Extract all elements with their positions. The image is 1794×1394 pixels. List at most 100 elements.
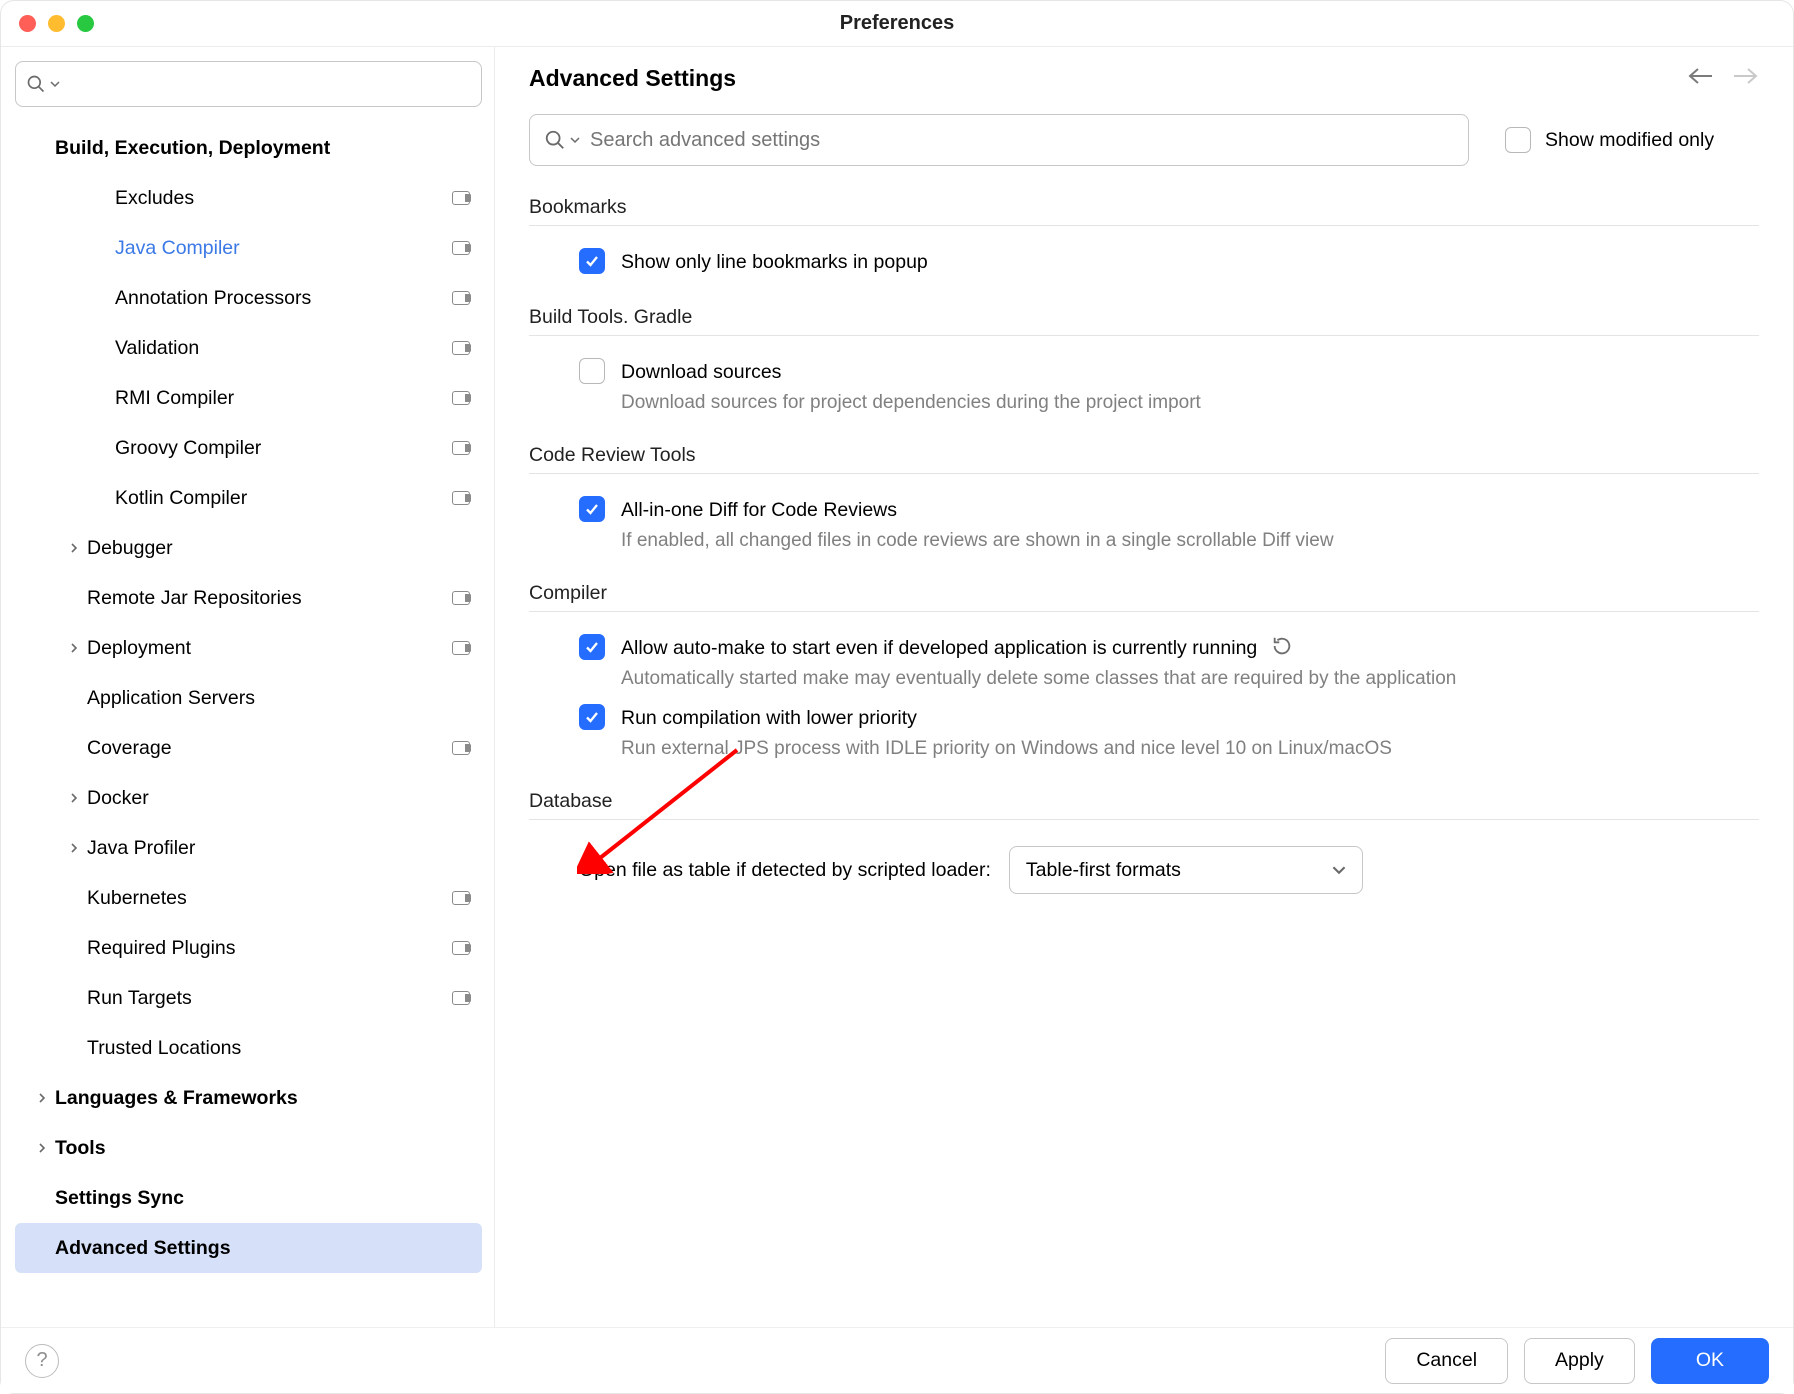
sidebar-item-trusted-locations[interactable]: Trusted Locations <box>15 1023 482 1073</box>
chevron-right-icon <box>61 640 87 656</box>
compiler-lowerpriority-desc: Run external JPS process with IDLE prior… <box>621 738 1392 760</box>
sidebar-item-label: Java Profiler <box>87 837 470 860</box>
sidebar-item-coverage[interactable]: Coverage <box>15 723 482 773</box>
section-gradle-title: Build Tools. Gradle <box>529 306 1759 336</box>
chevron-down-icon <box>570 135 580 145</box>
sidebar-item-label: Kubernetes <box>87 887 452 910</box>
bookmarks-show-line-checkbox[interactable] <box>579 248 605 274</box>
sidebar-item-required-plugins[interactable]: Required Plugins <box>15 923 482 973</box>
sidebar-item-settings-sync[interactable]: Settings Sync <box>15 1173 482 1223</box>
sidebar-item-label: Coverage <box>87 737 452 760</box>
sidebar-item-label: Run Targets <box>87 987 452 1010</box>
sidebar-search-input[interactable] <box>64 72 471 96</box>
sidebar-search[interactable] <box>15 61 482 107</box>
database-loader-select[interactable]: Table-first formats <box>1009 846 1363 894</box>
sidebar-item-label: Application Servers <box>87 687 470 710</box>
nav-forward-icon <box>1731 66 1759 92</box>
sidebar-item-kubernetes[interactable]: Kubernetes <box>15 873 482 923</box>
search-icon <box>26 74 46 94</box>
chevron-right-icon <box>61 840 87 856</box>
advanced-search-input[interactable] <box>588 128 1454 153</box>
review-allinone-desc: If enabled, all changed files in code re… <box>621 530 1334 552</box>
search-icon <box>544 129 566 151</box>
project-scope-icon <box>452 341 470 355</box>
compiler-automake-label: Allow auto-make to start even if develop… <box>621 634 1456 662</box>
project-scope-icon <box>452 991 470 1005</box>
show-modified-checkbox[interactable] <box>1505 127 1531 153</box>
apply-button[interactable]: Apply <box>1524 1338 1635 1384</box>
sidebar-item-groovy-compiler[interactable]: Groovy Compiler <box>15 423 482 473</box>
main-panel: Advanced Settings Show modified <box>495 47 1793 1329</box>
sidebar-item-rmi-compiler[interactable]: RMI Compiler <box>15 373 482 423</box>
sidebar-item-deployment[interactable]: Deployment <box>15 623 482 673</box>
sidebar-item-label: Debugger <box>87 537 470 560</box>
sidebar-item-application-servers[interactable]: Application Servers <box>15 673 482 723</box>
database-loader-value: Table-first formats <box>1026 859 1181 882</box>
sidebar-item-label: Settings Sync <box>55 1187 470 1210</box>
sidebar-item-advanced-settings[interactable]: Advanced Settings <box>15 1223 482 1273</box>
sidebar-item-label: RMI Compiler <box>115 387 452 410</box>
sidebar-item-build-execution-deployment[interactable]: Build, Execution, Deployment <box>15 123 482 173</box>
sidebar-item-label: Trusted Locations <box>87 1037 470 1060</box>
chevron-right-icon <box>29 1140 55 1156</box>
sidebar-item-label: Deployment <box>87 637 452 660</box>
sidebar-item-label: Excludes <box>115 187 452 210</box>
help-button[interactable]: ? <box>25 1344 59 1378</box>
sidebar-item-label: Kotlin Compiler <box>115 487 452 510</box>
section-database-title: Database <box>529 790 1759 820</box>
compiler-lowerpriority-label: Run compilation with lower priority <box>621 704 1392 732</box>
compiler-automake-checkbox[interactable] <box>579 634 605 660</box>
gradle-download-sources-checkbox[interactable] <box>579 358 605 384</box>
project-scope-icon <box>452 191 470 205</box>
chevron-right-icon <box>61 790 87 806</box>
titlebar: Preferences <box>1 1 1793 47</box>
sidebar-item-label: Build, Execution, Deployment <box>55 137 470 160</box>
sidebar-item-label: Java Compiler <box>115 237 452 260</box>
gradle-download-sources-desc: Download sources for project dependencie… <box>621 392 1201 414</box>
review-allinone-checkbox[interactable] <box>579 496 605 522</box>
section-compiler-title: Compiler <box>529 582 1759 612</box>
section-bookmarks-title: Bookmarks <box>529 196 1759 226</box>
sidebar-item-remote-jar-repositories[interactable]: Remote Jar Repositories <box>15 573 482 623</box>
sidebar-item-label: Groovy Compiler <box>115 437 452 460</box>
section-review-title: Code Review Tools <box>529 444 1759 474</box>
review-allinone-label: All-in-one Diff for Code Reviews <box>621 496 1334 524</box>
show-modified-label: Show modified only <box>1545 129 1714 152</box>
sidebar-item-annotation-processors[interactable]: Annotation Processors <box>15 273 482 323</box>
gradle-download-sources-label: Download sources <box>621 358 1201 386</box>
sidebar-item-validation[interactable]: Validation <box>15 323 482 373</box>
sidebar-item-run-targets[interactable]: Run Targets <box>15 973 482 1023</box>
sidebar-item-label: Required Plugins <box>87 937 452 960</box>
sidebar-item-excludes[interactable]: Excludes <box>15 173 482 223</box>
nav-back-icon[interactable] <box>1687 66 1715 92</box>
sidebar-item-label: Annotation Processors <box>115 287 452 310</box>
project-scope-icon <box>452 741 470 755</box>
compiler-lowerpriority-checkbox[interactable] <box>579 704 605 730</box>
chevron-right-icon <box>61 540 87 556</box>
cancel-button[interactable]: Cancel <box>1385 1338 1508 1384</box>
sidebar-item-kotlin-compiler[interactable]: Kotlin Compiler <box>15 473 482 523</box>
sidebar-item-label: Remote Jar Repositories <box>87 587 452 610</box>
chevron-down-icon <box>1332 863 1346 877</box>
database-loader-label: Open file as table if detected by script… <box>579 859 991 882</box>
project-scope-icon <box>452 241 470 255</box>
sidebar-item-debugger[interactable]: Debugger <box>15 523 482 573</box>
chevron-down-icon <box>50 79 60 89</box>
reset-icon[interactable] <box>1271 635 1293 657</box>
sidebar-item-java-compiler[interactable]: Java Compiler <box>15 223 482 273</box>
sidebar-item-label: Languages & Frameworks <box>55 1087 470 1110</box>
sidebar: Build, Execution, Deployment Excludes Java… <box>1 47 495 1329</box>
sidebar-item-languages-frameworks[interactable]: Languages & Frameworks <box>15 1073 482 1123</box>
nav-tree: Build, Execution, Deployment Excludes Java… <box>15 123 482 1273</box>
ok-button[interactable]: OK <box>1651 1338 1769 1384</box>
sidebar-item-label: Advanced Settings <box>55 1237 470 1260</box>
sidebar-item-java-profiler[interactable]: Java Profiler <box>15 823 482 873</box>
advanced-search[interactable] <box>529 114 1469 166</box>
project-scope-icon <box>452 941 470 955</box>
project-scope-icon <box>452 391 470 405</box>
compiler-automake-desc: Automatically started make may eventuall… <box>621 668 1456 690</box>
sidebar-item-tools[interactable]: Tools <box>15 1123 482 1173</box>
footer: ? Cancel Apply OK <box>1 1327 1793 1393</box>
sidebar-item-docker[interactable]: Docker <box>15 773 482 823</box>
sidebar-item-label: Docker <box>87 787 470 810</box>
